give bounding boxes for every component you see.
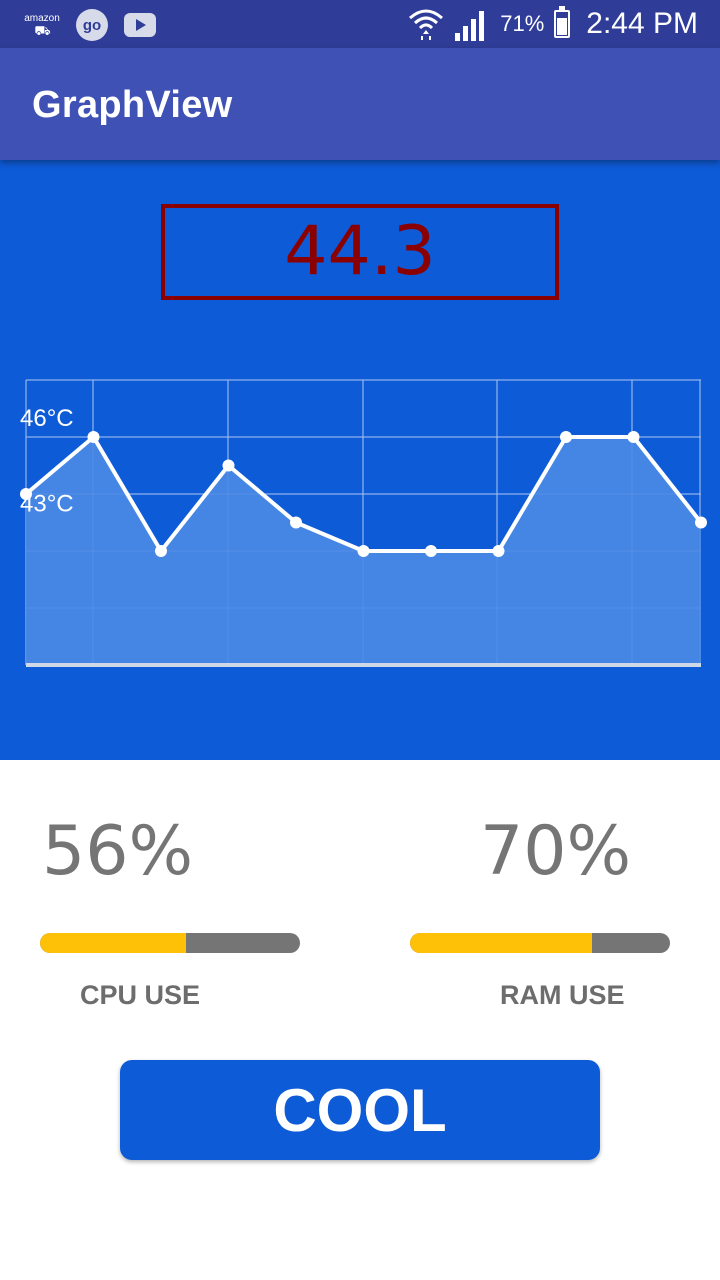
data-point [222, 459, 235, 472]
go-icon: go [76, 9, 108, 41]
app-bar: GraphView [0, 48, 720, 160]
data-point [290, 516, 302, 529]
ram-label: RAM USE [500, 980, 625, 1010]
ram-progress-fill [410, 933, 592, 953]
notification-icons: amazon ⛟ go [24, 9, 156, 41]
cool-button[interactable]: COOL [120, 1060, 600, 1160]
y-tick-label: 43°C [20, 491, 74, 518]
data-point [492, 545, 505, 557]
data-point [87, 431, 100, 443]
cart-icon: ⛟ [34, 22, 50, 38]
data-point [695, 516, 707, 529]
cpu-label: CPU USE [80, 980, 201, 1010]
youtube-icon [124, 13, 156, 37]
amazon-shopping-icon: amazon ⛟ [24, 10, 60, 40]
signal-icon [455, 11, 485, 41]
cpu-progress-fill [40, 933, 186, 953]
data-point [357, 545, 370, 557]
cpu-stat: 56% CPU USE [0, 760, 360, 1040]
amazon-icon-label: amazon [24, 12, 60, 24]
cpu-progress-bar [40, 933, 300, 953]
ram-value: 70% [480, 812, 632, 891]
graph-panel: 44.3 46°C 43°C [0, 160, 720, 760]
battery-charging-icon [554, 6, 571, 38]
cpu-value: 56% [42, 812, 194, 891]
data-point [425, 545, 437, 557]
data-point [627, 431, 640, 443]
status-bar: amazon ⛟ go 71% 2:44 PM [0, 0, 720, 48]
temperature-graph: 46°C 43°C [20, 379, 707, 667]
data-point [155, 545, 167, 557]
wifi-icon [409, 9, 444, 40]
ram-progress-bar [410, 933, 670, 953]
ram-stat: 70% RAM USE [360, 760, 720, 1040]
app-title: GraphView [32, 84, 233, 126]
clock: 2:44 PM [586, 7, 698, 40]
y-tick-label: 46°C [20, 405, 74, 432]
data-point [560, 431, 572, 443]
system-icons: 71% 2:44 PM [408, 5, 698, 43]
go-icon-label: go [82, 16, 102, 34]
battery-percent: 71% [500, 11, 545, 36]
